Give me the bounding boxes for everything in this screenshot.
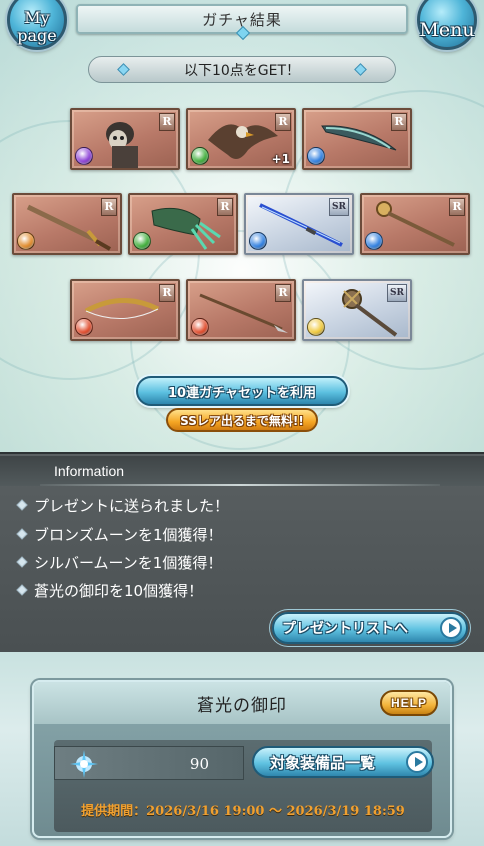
information-line: プレゼントに送られました！ [16,494,230,516]
mypage-label: My page [17,8,57,45]
rarity-badge: R [275,113,291,131]
information-line: シルバームーンを1個獲得！ [16,551,223,573]
item-card[interactable]: R +1 [186,108,296,170]
information-text: プレゼントに送られました！ [34,496,230,515]
item-card[interactable]: R [360,193,470,255]
light-element-icon [307,318,325,336]
title-bar: ガチャ結果 [76,4,408,41]
information-line: ブロンズムーンを1個獲得！ [16,523,223,545]
present-list-label: プレゼントリストへ [282,621,408,637]
information-text: ブロンズムーンを1個獲得！ [34,525,223,544]
information-heading: Information [54,463,125,479]
seal-details: 90 対象装備品一覧 提供期間：2026/3/16 19:00 〜 2026/3… [54,740,434,832]
arrow-right-icon [440,617,462,639]
seal-title: 蒼光の御印 [197,695,287,716]
mypage-button[interactable]: My page [2,0,72,52]
item-card[interactable]: R [186,279,296,341]
water-element-icon [307,147,325,165]
information-text: シルバームーンを1個獲得！ [34,553,223,572]
menu-orb-icon: Menu [417,0,477,50]
rarity-badge: R [391,113,407,131]
rarity-badge: R [449,198,465,216]
blue-seal-icon [70,750,98,778]
item-card[interactable]: SR [302,279,412,341]
water-element-icon [365,232,383,250]
get-banner: 以下10点をGET！ [88,56,396,83]
seal-panel: 蒼光の御印 HELP 90 対象装備品一覧 提供期間：2026/3/16 19:… [32,680,452,838]
seal-title-bar: 蒼光の御印 HELP [34,682,450,724]
rarity-badge: R [159,284,175,302]
fire-element-icon [191,318,209,336]
present-list-button[interactable]: プレゼントリストへ [272,612,468,644]
plus-count: +1 [271,152,290,166]
item-card[interactable]: R [12,193,122,255]
rarity-badge: R [101,198,117,216]
free-until-ssr-badge: SSレア出るまで無料!! [166,408,318,432]
help-button[interactable]: HELP [380,690,438,716]
rarity-badge: R [217,198,233,216]
information-line: 蒼光の御印を10個獲得！ [16,579,204,601]
fire-element-icon [17,232,35,250]
diamond-bullet-icon [16,528,28,540]
offer-period: 提供期間：2026/3/16 19:00 〜 2026/3/19 18:59 [81,804,405,819]
item-card[interactable]: SR [244,193,354,255]
dark-element-icon [75,147,93,165]
wind-element-icon [133,232,151,250]
wind-element-icon [191,147,209,165]
divider [40,484,440,486]
diamond-bullet-icon [16,499,28,511]
diamond-bullet-icon [16,556,28,568]
seal-count-box: 90 [54,746,244,780]
item-card[interactable]: R [128,193,238,255]
item-card[interactable]: R [302,108,412,170]
rarity-badge: SR [329,198,349,216]
mypage-orb-icon: My page [7,0,67,50]
free-until-ssr-label: SSレア出るまで無料!! [180,413,304,428]
information-panel: Information プレゼントに送られました！ ブロンズムーンを1個獲得！ … [0,452,484,652]
seal-count: 90 [189,755,209,773]
target-equipment-list-label: 対象装備品一覧 [270,753,376,772]
rarity-badge: SR [387,284,407,302]
menu-button[interactable]: Menu [412,0,482,52]
rarity-badge: R [159,113,175,131]
help-label: HELP [390,696,427,710]
item-card[interactable]: R [70,108,180,170]
information-header: Information [0,456,484,486]
diamond-bullet-icon [16,584,28,596]
menu-label: Menu [419,19,475,41]
diamond-icon [354,63,367,76]
item-card[interactable]: R [70,279,180,341]
ten-draw-gacha-button[interactable]: 10連ガチャセットを利用 [136,376,348,406]
fire-element-icon [75,318,93,336]
ten-draw-gacha-label: 10連ガチャセットを利用 [168,385,316,401]
arrow-right-icon [406,751,428,773]
get-banner-text: 以下10点をGET！ [183,62,301,79]
water-element-icon [249,232,267,250]
result-scene: ガチャ結果 My page Menu 以下10点をGET！ R R +1 R R… [0,0,484,452]
rarity-badge: R [275,284,291,302]
target-equipment-list-button[interactable]: 対象装備品一覧 [252,746,434,778]
information-text: 蒼光の御印を10個獲得！ [34,581,204,600]
seal-section: 蒼光の御印 HELP 90 対象装備品一覧 提供期間：2026/3/16 19:… [0,652,484,846]
diamond-icon [117,63,130,76]
